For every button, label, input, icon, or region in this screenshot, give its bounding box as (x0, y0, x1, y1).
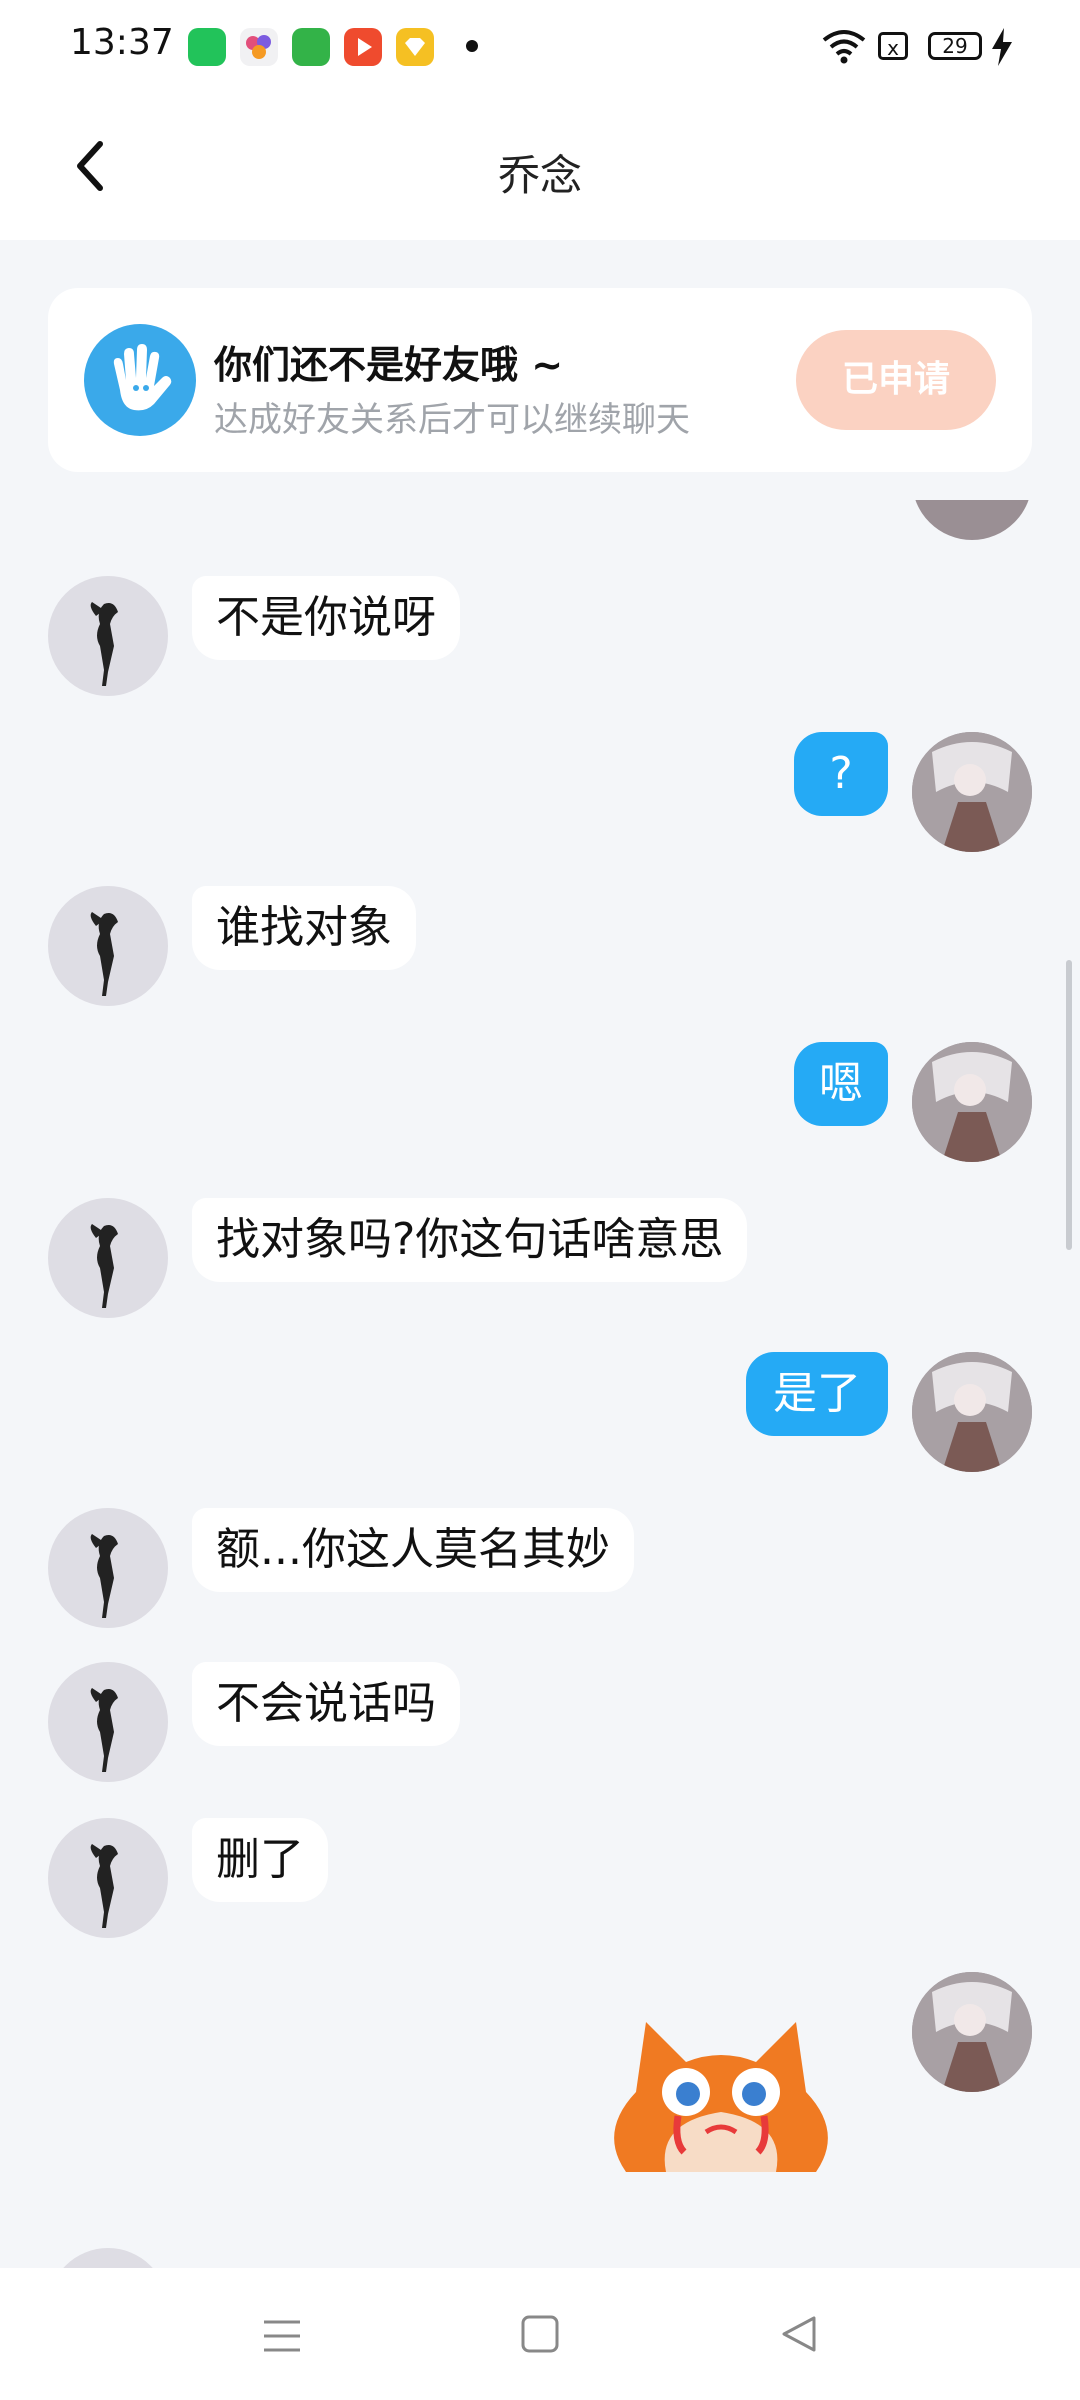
chat-title: 乔念 (497, 151, 582, 200)
my-message-bubble[interactable]: 是了 (746, 1352, 888, 1436)
contact-avatar[interactable] (48, 576, 168, 696)
contact-avatar[interactable] (48, 1818, 168, 1938)
avatar-partial (912, 500, 1032, 540)
square-home-icon[interactable] (520, 2314, 560, 2354)
my-avatar[interactable] (912, 1352, 1032, 1472)
status-time: 13:37 (70, 22, 174, 63)
my-message-bubble[interactable]: ? (794, 732, 888, 816)
my-avatar[interactable] (912, 1042, 1032, 1162)
triangle-back-icon[interactable] (778, 2314, 818, 2354)
coupon-icon (396, 28, 434, 66)
message-bubble[interactable]: 删了 (192, 1818, 328, 1902)
my-message-bubble[interactable]: 嗯 (794, 1042, 888, 1126)
notification-dot (466, 40, 478, 52)
applied-button[interactable]: 已申请 (796, 330, 996, 430)
friend-request-banner: 你们还不是好友哦 ~ 达成好友关系后才可以继续聊天 已申请 (48, 288, 1032, 472)
message-bubble[interactable]: 不会说话吗 (192, 1662, 460, 1746)
banner-title: 你们还不是好友哦 ~ (214, 343, 564, 387)
wifi-icon (822, 30, 866, 64)
avatar-partial (48, 2248, 168, 2268)
crying-fox-sticker[interactable] (596, 1992, 846, 2178)
my-avatar[interactable] (912, 732, 1032, 852)
video-play-icon (344, 28, 382, 66)
menu-icon[interactable] (262, 2316, 302, 2356)
contact-avatar[interactable] (48, 1508, 168, 1628)
my-avatar[interactable] (912, 1972, 1032, 2092)
charging-bolt-icon (992, 28, 1012, 66)
contact-avatar[interactable] (48, 886, 168, 1006)
message-bubble[interactable]: 找对象吗?你这句话啥意思 (192, 1198, 748, 1282)
contact-avatar[interactable] (48, 1198, 168, 1318)
system-nav-bar (0, 2268, 1080, 2400)
message-bubble[interactable]: 不是你说呀 (192, 576, 460, 660)
no-sim-icon: x (878, 32, 908, 60)
status-bar: 13:37 x 29 (0, 0, 1080, 96)
message-bubble[interactable]: 谁找对象 (192, 886, 416, 970)
flower-app-icon (240, 28, 278, 66)
chat-scrollbar[interactable] (1066, 960, 1072, 1250)
banner-subtitle: 达成好友关系后才可以继续聊天 (214, 400, 690, 440)
contact-avatar[interactable] (48, 1662, 168, 1782)
hand-wave-icon (84, 324, 196, 436)
iqiyi-icon (188, 28, 226, 66)
shopping-bag-icon (292, 28, 330, 66)
battery-indicator: 29 (928, 32, 982, 60)
message-bubble[interactable]: 额...你这人莫名其妙 (192, 1508, 634, 1592)
chat-header: 乔念 (0, 96, 1080, 240)
